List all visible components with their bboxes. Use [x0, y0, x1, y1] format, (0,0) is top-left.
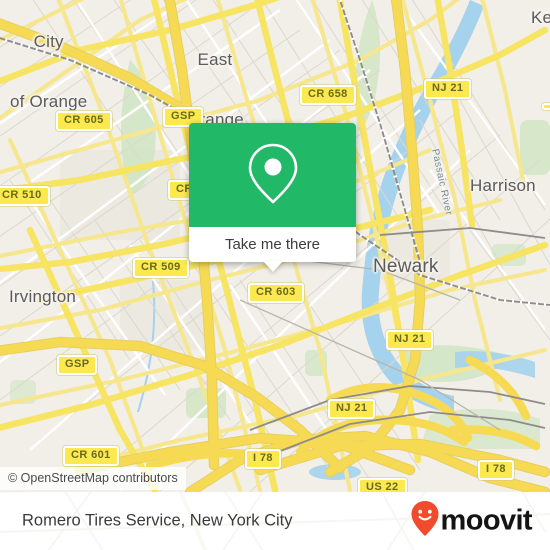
take-me-there-button[interactable]: Take me there: [189, 227, 356, 262]
road-shield-us22: US 22: [358, 478, 407, 492]
map-screenshot: .wtr{fill:#a5d2ec;} .prk{fill:#cfe5c2;} …: [0, 0, 550, 550]
road-shield-gsp-south: GSP: [57, 355, 98, 375]
road-shield-cr603: CR 603: [248, 283, 304, 303]
map-canvas[interactable]: .wtr{fill:#a5d2ec;} .prk{fill:#cfe5c2;} …: [0, 0, 550, 492]
location-popup[interactable]: Take me there: [189, 123, 356, 272]
road-shield-nj21-south: NJ 21: [328, 399, 376, 419]
road-shield-i78-east: I 78: [478, 460, 514, 480]
road-shield-cr605: CR 605: [56, 111, 112, 131]
map-pin-icon: [245, 140, 301, 211]
road-shield-nj21-mid: NJ 21: [386, 330, 434, 350]
road-shield-edge-partial: [542, 103, 550, 110]
road-shield-i78-west: I 78: [245, 449, 281, 469]
road-shield-cr510: CR 510: [0, 186, 50, 206]
moovit-pin-smile-icon: [410, 500, 440, 543]
moovit-logo[interactable]: moovit: [410, 500, 533, 543]
page-title: Romero Tires Service, New York City: [22, 511, 293, 530]
road-shield-cr658: CR 658: [300, 85, 356, 105]
take-me-there-label: Take me there: [224, 236, 321, 253]
road-shield-cr509: CR 509: [133, 258, 189, 278]
footer-bar: Romero Tires Service, New York City moov…: [0, 492, 550, 550]
road-shield-nj21-north: NJ 21: [424, 79, 472, 99]
moovit-wordmark: moovit: [440, 504, 533, 537]
popup-pointer-tail: [262, 261, 283, 272]
popup-pin-area: [189, 123, 356, 227]
osm-attribution[interactable]: © OpenStreetMap contributors: [0, 467, 186, 490]
road-shield-cr601: CR 601: [63, 446, 119, 466]
